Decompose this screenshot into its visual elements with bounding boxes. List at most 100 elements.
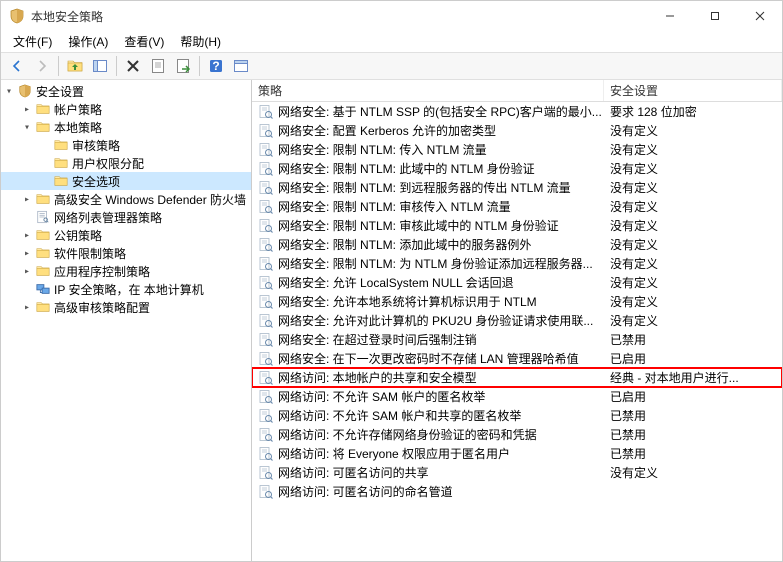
tree-label: 审核策略 <box>72 137 120 154</box>
toolbar: ? <box>1 52 782 80</box>
help-button[interactable]: ? <box>204 54 228 78</box>
up-folder-button[interactable] <box>63 54 87 78</box>
column-setting[interactable]: 安全设置 <box>604 80 782 101</box>
menu-file[interactable]: 文件(F) <box>5 31 60 52</box>
tree-label: 安全设置 <box>36 83 84 100</box>
tree-item-1-1[interactable]: 用户权限分配 <box>1 154 251 172</box>
policy-icon <box>258 256 274 272</box>
policy-row[interactable]: 网络安全: 限制 NTLM: 审核传入 NTLM 流量 没有定义 <box>252 197 782 216</box>
refresh-list-button[interactable] <box>229 54 253 78</box>
policy-row[interactable]: 网络访问: 可匿名访问的命名管道 <box>252 482 782 501</box>
policy-row[interactable]: 网络安全: 限制 NTLM: 添加此域中的服务器例外没有定义 <box>252 235 782 254</box>
tree-root[interactable]: ▾ 安全设置 <box>1 82 251 100</box>
show-hide-tree-button[interactable] <box>88 54 112 78</box>
expander-icon[interactable]: ▾ <box>1 86 17 97</box>
policy-row[interactable]: 网络安全: 限制 NTLM: 为 NTLM 身份验证添加远程服务器...没有定义 <box>252 254 782 273</box>
tree-label: 高级审核策略配置 <box>54 299 150 316</box>
policy-icon <box>258 465 274 481</box>
policy-setting: 已禁用 <box>604 445 782 462</box>
folder-icon <box>35 227 51 243</box>
policy-name: 网络安全: 限制 NTLM: 此域中的 NTLM 身份验证 <box>278 160 535 177</box>
policy-row[interactable]: 网络访问: 本地帐户的共享和安全模型经典 - 对本地用户进行... <box>252 368 782 387</box>
tree-label: 高级安全 Windows Defender 防火墙 <box>54 191 246 208</box>
policy-row[interactable]: 网络安全: 限制 NTLM: 审核此域中的 NTLM 身份验证没有定义 <box>252 216 782 235</box>
policy-name: 网络访问: 本地帐户的共享和安全模型 <box>278 369 477 386</box>
tree-item-8[interactable]: ▸ 高级审核策略配置 <box>1 298 251 316</box>
tree-item-4[interactable]: ▸公钥策略 <box>1 226 251 244</box>
forward-button[interactable] <box>30 54 54 78</box>
policy-name: 网络安全: 在超过登录时间后强制注销 <box>278 331 477 348</box>
expander-icon[interactable]: ▾ <box>19 122 35 133</box>
menu-help[interactable]: 帮助(H) <box>172 31 229 52</box>
policy-name: 网络访问: 不允许 SAM 帐户的匿名枚举 <box>278 388 485 405</box>
policy-setting: 没有定义 <box>604 198 782 215</box>
policy-icon <box>258 370 274 386</box>
policy-row[interactable]: 网络安全: 允许对此计算机的 PKU2U 身份验证请求使用联... 没有定义 <box>252 311 782 330</box>
policy-row[interactable]: 网络安全: 允许本地系统将计算机标识用于 NTLM没有定义 <box>252 292 782 311</box>
policy-icon <box>258 218 274 234</box>
policy-row[interactable]: 网络访问: 不允许 SAM 帐户的匿名枚举已启用 <box>252 387 782 406</box>
delete-button[interactable] <box>121 54 145 78</box>
policy-icon <box>258 427 274 443</box>
policy-row[interactable]: 网络安全: 限制 NTLM: 传入 NTLM 流量没有定义 <box>252 140 782 159</box>
policy-row[interactable]: 网络安全: 在下一次更改密码时不存储 LAN 管理器哈希值已启用 <box>252 349 782 368</box>
policy-row[interactable]: 网络访问: 将 Everyone 权限应用于匿名用户 已禁用 <box>252 444 782 463</box>
policy-name: 网络访问: 将 Everyone 权限应用于匿名用户 <box>278 445 510 462</box>
column-policy[interactable]: 策略 <box>252 80 604 101</box>
policy-row[interactable]: 网络访问: 可匿名访问的共享没有定义 <box>252 463 782 482</box>
close-button[interactable] <box>737 1 782 31</box>
expander-icon[interactable]: ▸ <box>19 104 35 115</box>
policy-name: 网络访问: 可匿名访问的共享 <box>278 464 429 481</box>
policy-setting: 没有定义 <box>604 217 782 234</box>
expander-icon[interactable]: ▸ <box>19 230 35 241</box>
tree-item-1-0[interactable]: 审核策略 <box>1 136 251 154</box>
back-button[interactable] <box>5 54 29 78</box>
tree-pane[interactable]: ▾ 安全设置▸帐户策略▾本地策略审核策略用户权限分配安全选项 ▸ 高级安全 Windo… <box>1 80 252 561</box>
policy-row[interactable]: 网络安全: 在超过登录时间后强制注销已禁用 <box>252 330 782 349</box>
expander-icon[interactable]: ▸ <box>19 302 35 313</box>
policy-row[interactable]: 网络安全: 配置 Kerberos 允许的加密类型没有定义 <box>252 121 782 140</box>
tree-item-7[interactable]: IP 安全策略，在 本地计算机 <box>1 280 251 298</box>
tree-item-1-2[interactable]: 安全选项 <box>1 172 251 190</box>
tree-item-3[interactable]: 网络列表管理器策略 <box>1 208 251 226</box>
tree-item-0[interactable]: ▸帐户策略 <box>1 100 251 118</box>
tree-label: 软件限制策略 <box>54 245 126 262</box>
policy-row[interactable]: 网络安全: 基于 NTLM SSP 的(包括安全 RPC)客户端的最小...要求… <box>252 102 782 121</box>
properties-button[interactable] <box>146 54 170 78</box>
menu-view[interactable]: 查看(V) <box>116 31 172 52</box>
app-icon <box>9 8 25 24</box>
policy-icon <box>258 351 274 367</box>
policy-name: 网络安全: 允许对此计算机的 PKU2U 身份验证请求使用联... <box>278 312 593 329</box>
tree-item-2[interactable]: ▸ 高级安全 Windows Defender 防火墙 <box>1 190 251 208</box>
menu-action[interactable]: 操作(A) <box>60 31 116 52</box>
tree-item-6[interactable]: ▸应用程序控制策略 <box>1 262 251 280</box>
policy-icon <box>258 275 274 291</box>
policy-row[interactable]: 网络安全: 允许 LocalSystem NULL 会话回退没有定义 <box>252 273 782 292</box>
list-body[interactable]: 网络安全: 基于 NTLM SSP 的(包括安全 RPC)客户端的最小...要求… <box>252 102 782 561</box>
policy-name: 网络安全: 限制 NTLM: 审核传入 NTLM 流量 <box>278 198 511 215</box>
expander-icon[interactable]: ▸ <box>19 194 35 205</box>
policy-row[interactable]: 网络访问: 不允许 SAM 帐户和共享的匿名枚举 已禁用 <box>252 406 782 425</box>
policy-name: 网络访问: 不允许 SAM 帐户和共享的匿名枚举 <box>278 407 521 424</box>
policy-name: 网络安全: 限制 NTLM: 添加此域中的服务器例外 <box>278 236 531 253</box>
tree-item-1[interactable]: ▾本地策略 <box>1 118 251 136</box>
expander-icon[interactable]: ▸ <box>19 266 35 277</box>
policy-row[interactable]: 网络安全: 限制 NTLM: 到远程服务器的传出 NTLM 流量没有定义 <box>252 178 782 197</box>
export-list-button[interactable] <box>171 54 195 78</box>
policy-setting: 没有定义 <box>604 274 782 291</box>
minimize-button[interactable] <box>647 1 692 31</box>
policy-icon <box>258 237 274 253</box>
policy-row[interactable]: 网络访问: 不允许存储网络身份验证的密码和凭据已禁用 <box>252 425 782 444</box>
policy-setting: 要求 128 位加密 <box>604 103 782 120</box>
policy-icon <box>258 294 274 310</box>
policy-icon <box>258 332 274 348</box>
policy-name: 网络安全: 配置 Kerberos 允许的加密类型 <box>278 122 496 139</box>
policy-icon <box>258 199 274 215</box>
policy-setting: 已禁用 <box>604 407 782 424</box>
policy-setting: 没有定义 <box>604 312 782 329</box>
policy-setting: 没有定义 <box>604 141 782 158</box>
maximize-button[interactable] <box>692 1 737 31</box>
expander-icon[interactable]: ▸ <box>19 248 35 259</box>
tree-item-5[interactable]: ▸ 软件限制策略 <box>1 244 251 262</box>
policy-row[interactable]: 网络安全: 限制 NTLM: 此域中的 NTLM 身份验证没有定义 <box>252 159 782 178</box>
